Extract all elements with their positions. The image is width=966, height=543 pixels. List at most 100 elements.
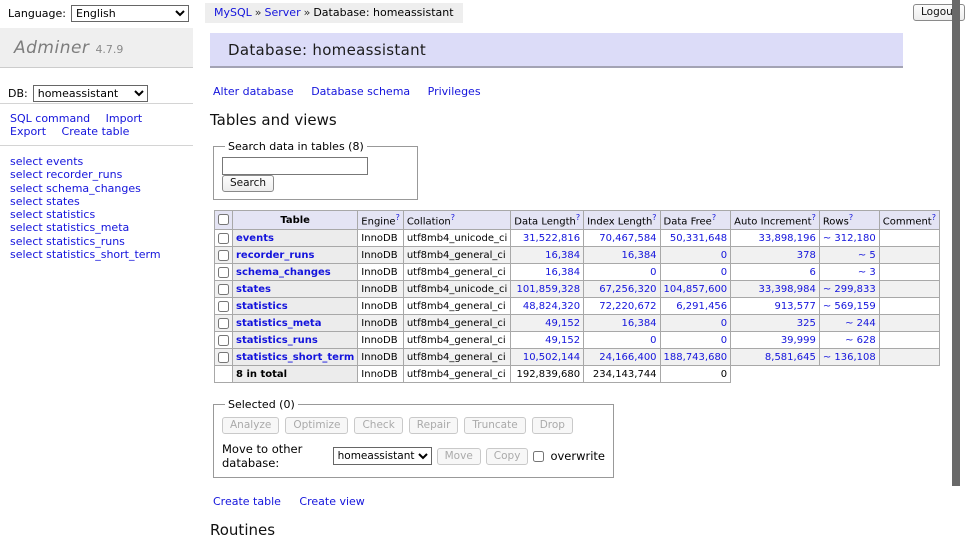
data-length-link[interactable]: 48,824,320 bbox=[523, 301, 580, 312]
move-database-select[interactable]: homeassistant bbox=[333, 447, 432, 465]
data-length-link[interactable]: 31,522,816 bbox=[523, 233, 580, 244]
table-name-link[interactable]: events bbox=[236, 233, 274, 244]
row-checkbox[interactable] bbox=[218, 233, 229, 244]
drop-button[interactable]: Drop bbox=[532, 417, 573, 434]
auto-increment-link[interactable]: 913,577 bbox=[774, 301, 815, 312]
index-length-link[interactable]: 16,384 bbox=[622, 250, 657, 261]
table-name-link[interactable]: statistics bbox=[236, 301, 288, 312]
column-help-link[interactable]: ? bbox=[451, 213, 455, 222]
column-help-link[interactable]: ? bbox=[812, 213, 816, 222]
table-name-link[interactable]: statistics_runs bbox=[236, 335, 318, 346]
auto-increment-link[interactable]: 6 bbox=[809, 267, 815, 278]
sidebar-table-link[interactable]: select statistics bbox=[10, 208, 193, 221]
adminer-logo[interactable]: Adminer bbox=[14, 38, 89, 58]
check-button[interactable]: Check bbox=[354, 417, 402, 434]
column-help-link[interactable]: ? bbox=[849, 213, 853, 222]
auto-increment-link[interactable]: 325 bbox=[797, 318, 816, 329]
table-name-link[interactable]: states bbox=[236, 284, 271, 295]
column-help-link[interactable]: ? bbox=[396, 213, 400, 222]
rows-estimate-link[interactable]: ~ 569,159 bbox=[823, 301, 876, 312]
row-checkbox[interactable] bbox=[218, 335, 229, 346]
index-length-link[interactable]: 0 bbox=[650, 335, 656, 346]
index-length-link[interactable]: 24,166,400 bbox=[599, 352, 656, 363]
search-input[interactable] bbox=[222, 157, 368, 175]
index-length-link[interactable]: 70,467,584 bbox=[599, 233, 656, 244]
column-help-link[interactable]: ? bbox=[932, 213, 936, 222]
data-length-link[interactable]: 16,384 bbox=[545, 267, 580, 278]
rows-estimate-link[interactable]: ~ 5 bbox=[858, 250, 876, 261]
table-name-link[interactable]: statistics_short_term bbox=[236, 352, 354, 363]
sidebar-link-export[interactable]: Export bbox=[10, 125, 46, 138]
rows-estimate-link[interactable]: ~ 244 bbox=[845, 318, 876, 329]
scrollbar-thumb[interactable] bbox=[952, 0, 960, 486]
breadcrumb-link-server[interactable]: Server bbox=[265, 6, 301, 19]
column-help-link[interactable]: ? bbox=[652, 213, 656, 222]
breadcrumb-link-mysql[interactable]: MySQL bbox=[214, 6, 252, 19]
rows-estimate-link[interactable]: ~ 628 bbox=[845, 335, 876, 346]
column-help-link[interactable]: ? bbox=[576, 213, 580, 222]
sidebar-table-link[interactable]: select statistics_meta bbox=[10, 221, 193, 234]
data-free-link[interactable]: 0 bbox=[721, 335, 727, 346]
row-checkbox[interactable] bbox=[218, 318, 229, 329]
analyze-button[interactable]: Analyze bbox=[222, 417, 279, 434]
auto-increment-link[interactable]: 33,898,196 bbox=[759, 233, 816, 244]
data-free-link[interactable]: 104,857,600 bbox=[664, 284, 728, 295]
sidebar-table-link[interactable]: select schema_changes bbox=[10, 182, 193, 195]
row-checkbox[interactable] bbox=[218, 301, 229, 312]
alter-database-link[interactable]: Alter database bbox=[213, 85, 294, 98]
repair-button[interactable]: Repair bbox=[409, 417, 459, 434]
data-free-link[interactable]: 50,331,648 bbox=[670, 233, 727, 244]
row-checkbox[interactable] bbox=[218, 352, 229, 363]
rows-estimate-link[interactable]: ~ 299,833 bbox=[823, 284, 876, 295]
rows-estimate-link[interactable]: ~ 3 bbox=[858, 267, 876, 278]
data-free-link[interactable]: 0 bbox=[721, 318, 727, 329]
privileges-link[interactable]: Privileges bbox=[428, 85, 481, 98]
sidebar-table-link[interactable]: select statistics_runs bbox=[10, 235, 193, 248]
index-length-link[interactable]: 16,384 bbox=[622, 318, 657, 329]
create-view-link[interactable]: Create view bbox=[299, 495, 364, 508]
sidebar-table-link[interactable]: select recorder_runs bbox=[10, 168, 193, 181]
data-length-link[interactable]: 16,384 bbox=[545, 250, 580, 261]
table-name-link[interactable]: recorder_runs bbox=[236, 250, 314, 261]
db-select[interactable]: homeassistant bbox=[33, 85, 148, 102]
data-length-link[interactable]: 49,152 bbox=[545, 335, 580, 346]
data-length-link[interactable]: 10,502,144 bbox=[523, 352, 580, 363]
data-free-link[interactable]: 0 bbox=[721, 250, 727, 261]
row-checkbox[interactable] bbox=[218, 250, 229, 261]
create-table-link[interactable]: Create table bbox=[213, 495, 281, 508]
database-schema-link[interactable]: Database schema bbox=[311, 85, 410, 98]
table-name-link[interactable]: statistics_meta bbox=[236, 318, 321, 329]
copy-button[interactable]: Copy bbox=[486, 448, 529, 465]
auto-increment-link[interactable]: 33,398,984 bbox=[759, 284, 816, 295]
truncate-button[interactable]: Truncate bbox=[464, 417, 525, 434]
table-name-link[interactable]: schema_changes bbox=[236, 267, 331, 278]
data-free-link[interactable]: 6,291,456 bbox=[676, 301, 727, 312]
sidebar-link-create-table[interactable]: Create table bbox=[62, 125, 130, 138]
row-checkbox[interactable] bbox=[218, 267, 229, 278]
rows-estimate-link[interactable]: ~ 136,108 bbox=[823, 352, 876, 363]
sidebar-link-sql-command[interactable]: SQL command bbox=[10, 112, 90, 125]
data-length-link[interactable]: 101,859,328 bbox=[516, 284, 580, 295]
column-help-link[interactable]: ? bbox=[712, 213, 716, 222]
auto-increment-link[interactable]: 39,999 bbox=[781, 335, 816, 346]
search-button[interactable]: Search bbox=[222, 175, 274, 192]
select-all-checkbox[interactable] bbox=[218, 214, 229, 225]
sidebar-table-link[interactable]: select states bbox=[10, 195, 193, 208]
index-length-link[interactable]: 72,220,672 bbox=[599, 301, 656, 312]
data-free-link[interactable]: 0 bbox=[721, 267, 727, 278]
auto-increment-link[interactable]: 378 bbox=[797, 250, 816, 261]
optimize-button[interactable]: Optimize bbox=[285, 417, 348, 434]
data-free-link[interactable]: 188,743,680 bbox=[664, 352, 728, 363]
language-select[interactable]: English bbox=[71, 5, 189, 22]
sidebar-table-link[interactable]: select events bbox=[10, 155, 193, 168]
row-checkbox[interactable] bbox=[218, 284, 229, 295]
sidebar-link-import[interactable]: Import bbox=[106, 112, 143, 125]
overwrite-checkbox[interactable] bbox=[533, 451, 544, 462]
sidebar-table-link[interactable]: select statistics_short_term bbox=[10, 248, 193, 261]
move-button[interactable]: Move bbox=[437, 448, 481, 465]
data-length-link[interactable]: 49,152 bbox=[545, 318, 580, 329]
index-length-link[interactable]: 67,256,320 bbox=[599, 284, 656, 295]
index-length-link[interactable]: 0 bbox=[650, 267, 656, 278]
rows-estimate-link[interactable]: ~ 312,180 bbox=[823, 233, 876, 244]
auto-increment-link[interactable]: 8,581,645 bbox=[765, 352, 816, 363]
